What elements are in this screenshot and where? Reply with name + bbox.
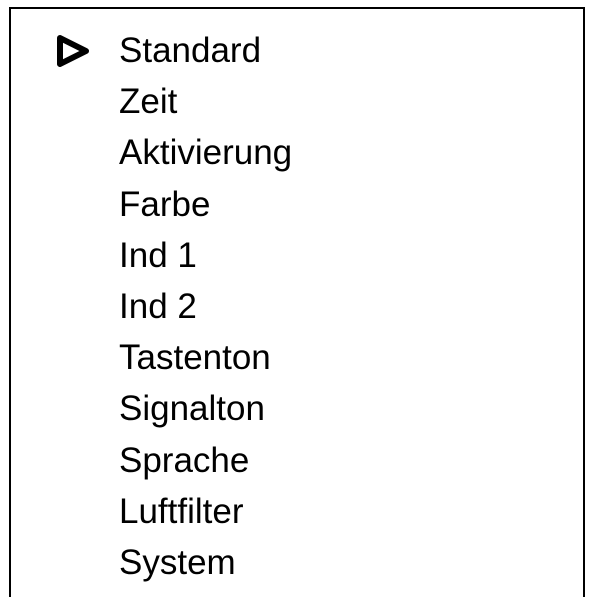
menu-item-label: Ind 2 xyxy=(119,286,197,326)
menu-item-label: Zeit xyxy=(119,82,178,122)
menu-item-sprache[interactable]: Sprache xyxy=(11,440,583,491)
menu-item-label: Signalton xyxy=(119,389,265,429)
menu-item-label: Aktivierung xyxy=(119,133,293,173)
menu-item-system[interactable]: System xyxy=(11,542,583,593)
selection-cursor-icon xyxy=(56,35,90,67)
menu-item-tastenton[interactable]: Tastenton xyxy=(11,337,583,388)
menu-item-standard[interactable]: Standard xyxy=(11,30,583,81)
menu-item-label: Standard xyxy=(119,31,262,70)
menu-item-zeit[interactable]: Zeit xyxy=(11,81,583,132)
menu-item-ind-2[interactable]: Ind 2 xyxy=(11,286,583,337)
menu-item-label: System xyxy=(119,542,236,582)
menu-item-aktivierung[interactable]: Aktivierung xyxy=(11,132,583,183)
menu-item-farbe[interactable]: Farbe xyxy=(11,184,583,235)
menu-item-label: Luftfilter xyxy=(119,491,244,531)
menu-item-label: Ind 1 xyxy=(119,235,197,275)
settings-menu-list: Standard Zeit Aktivierung Farbe Ind 1 In… xyxy=(11,30,583,593)
menu-item-label: Sprache xyxy=(119,440,250,480)
menu-item-signalton[interactable]: Signalton xyxy=(11,388,583,439)
settings-menu-panel: Standard Zeit Aktivierung Farbe Ind 1 In… xyxy=(9,7,585,597)
menu-item-label: Farbe xyxy=(119,184,211,224)
menu-item-label: Tastenton xyxy=(119,338,271,378)
menu-item-ind-1[interactable]: Ind 1 xyxy=(11,235,583,286)
menu-item-luftfilter[interactable]: Luftfilter xyxy=(11,491,583,542)
